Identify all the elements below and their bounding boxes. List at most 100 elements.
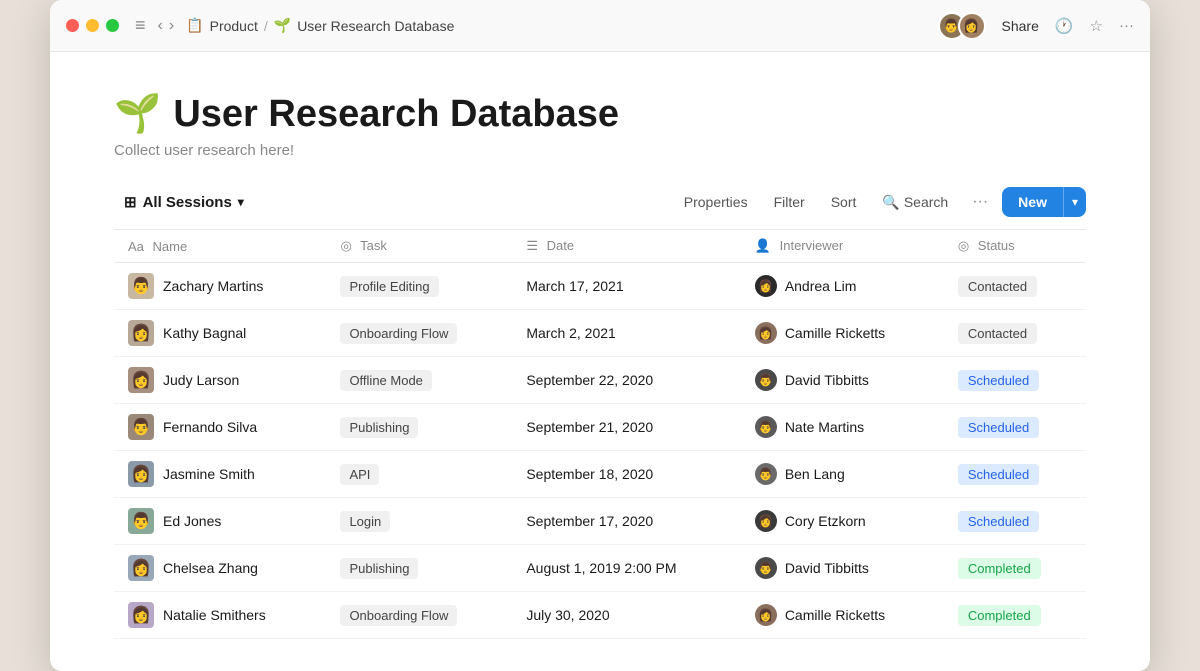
view-toggle-button[interactable]: ⊞ All Sessions ▾ <box>114 188 254 216</box>
database-toolbar: ⊞ All Sessions ▾ Properties Filter Sort … <box>114 187 1086 217</box>
view-chevron-icon: ▾ <box>238 195 244 209</box>
status-badge: Completed <box>958 558 1041 579</box>
page-emoji: 🌱 <box>114 92 161 136</box>
filter-button[interactable]: Filter <box>764 189 815 215</box>
person-avatar: 👨 <box>128 414 154 440</box>
more-icon[interactable]: ··· <box>1119 17 1134 34</box>
nav-arrows: ‹ › <box>158 17 175 35</box>
person-name: Jasmine Smith <box>163 466 255 482</box>
interviewer-avatar: 👩 <box>755 510 777 532</box>
interviewer-avatar: 👨 <box>755 557 777 579</box>
status-cell: Scheduled <box>944 357 1086 404</box>
interviewer-avatar: 👩 <box>755 275 777 297</box>
view-label: All Sessions <box>143 194 232 211</box>
table-row[interactable]: 👩 Kathy Bagnal Onboarding FlowMarch 2, 2… <box>114 310 1086 357</box>
interviewer-info: 👨 David Tibbitts <box>755 369 930 391</box>
table-row[interactable]: 👩 Judy Larson Offline ModeSeptember 22, … <box>114 357 1086 404</box>
interviewer-info: 👩 Camille Ricketts <box>755 322 930 344</box>
person-name: Ed Jones <box>163 513 221 529</box>
person-cell: 👩 Natalie Smithers <box>128 602 312 628</box>
status-col-icon: ◎ <box>958 238 969 253</box>
status-badge: Scheduled <box>958 511 1039 532</box>
task-tag: Login <box>340 511 390 532</box>
star-icon[interactable]: ☆ <box>1090 17 1103 35</box>
date-col-icon: ☰ <box>526 238 538 253</box>
new-dropdown-button[interactable]: ▾ <box>1063 187 1086 217</box>
date-cell: September 22, 2020 <box>512 357 740 404</box>
status-cell: Scheduled <box>944 498 1086 545</box>
interviewer-cell: 👩 Cory Etzkorn <box>741 498 944 545</box>
interviewer-avatar: 👨 <box>755 369 777 391</box>
name-cell: 👩 Judy Larson <box>114 357 326 404</box>
close-button[interactable] <box>66 19 79 32</box>
col-task: ◎ Task <box>326 230 512 263</box>
name-cell: 👩 Chelsea Zhang <box>114 545 326 592</box>
properties-button[interactable]: Properties <box>674 189 758 215</box>
interviewer-info: 👩 Andrea Lim <box>755 275 930 297</box>
person-name: Kathy Bagnal <box>163 325 246 341</box>
task-tag: Onboarding Flow <box>340 605 457 626</box>
interviewer-cell: 👨 David Tibbitts <box>741 357 944 404</box>
task-cell: Profile Editing <box>326 263 512 310</box>
interviewer-info: 👩 Cory Etzkorn <box>755 510 930 532</box>
breadcrumb-sep: / <box>264 18 268 34</box>
search-label: Search <box>904 194 948 210</box>
sort-button[interactable]: Sort <box>821 189 867 215</box>
task-cell: API <box>326 451 512 498</box>
back-button[interactable]: ‹ <box>158 17 163 35</box>
interviewer-cell: 👨 Nate Martins <box>741 404 944 451</box>
person-name: Fernando Silva <box>163 419 257 435</box>
interviewer-info: 👨 Nate Martins <box>755 416 930 438</box>
date-cell: March 17, 2021 <box>512 263 740 310</box>
table-row[interactable]: 👩 Chelsea Zhang PublishingAugust 1, 2019… <box>114 545 1086 592</box>
status-cell: Completed <box>944 545 1086 592</box>
task-cell: Offline Mode <box>326 357 512 404</box>
table-row[interactable]: 👩 Jasmine Smith APISeptember 18, 2020 👨 … <box>114 451 1086 498</box>
more-options-button[interactable]: ··· <box>964 188 996 216</box>
interviewer-avatar: 👨 <box>755 416 777 438</box>
minimize-button[interactable] <box>86 19 99 32</box>
person-avatar: 👩 <box>128 602 154 628</box>
table-row[interactable]: 👨 Zachary Martins Profile EditingMarch 1… <box>114 263 1086 310</box>
task-col-icon: ◎ <box>340 238 351 253</box>
breadcrumb-product-label[interactable]: Product <box>210 18 258 34</box>
name-cell: 👩 Kathy Bagnal <box>114 310 326 357</box>
person-avatar: 👨 <box>128 508 154 534</box>
new-button[interactable]: New <box>1002 187 1063 217</box>
maximize-button[interactable] <box>106 19 119 32</box>
task-tag: Publishing <box>340 558 418 579</box>
status-cell: Contacted <box>944 263 1086 310</box>
forward-button[interactable]: › <box>169 17 174 35</box>
toolbar-actions: Properties Filter Sort 🔍 Search ··· New … <box>674 187 1086 217</box>
table-row[interactable]: 👨 Fernando Silva PublishingSeptember 21,… <box>114 404 1086 451</box>
table-body: 👨 Zachary Martins Profile EditingMarch 1… <box>114 263 1086 639</box>
breadcrumb-page-label[interactable]: User Research Database <box>297 18 454 34</box>
status-badge: Scheduled <box>958 370 1039 391</box>
traffic-lights <box>66 19 119 32</box>
search-icon: 🔍 <box>882 194 899 211</box>
titlebar: ≡ ‹ › 📋 Product / 🌱 User Research Databa… <box>50 0 1150 52</box>
status-cell: Scheduled <box>944 404 1086 451</box>
interviewer-avatar: 👩 <box>755 322 777 344</box>
search-button[interactable]: 🔍 Search <box>872 189 958 216</box>
menu-icon[interactable]: ≡ <box>135 15 146 36</box>
interviewer-name: Ben Lang <box>785 466 845 482</box>
page-subtitle: Collect user research here! <box>114 142 1086 159</box>
history-icon[interactable]: 🕐 <box>1055 17 1074 35</box>
task-cell: Login <box>326 498 512 545</box>
interviewer-info: 👨 Ben Lang <box>755 463 930 485</box>
person-cell: 👨 Zachary Martins <box>128 273 312 299</box>
task-cell: Publishing <box>326 404 512 451</box>
interviewer-avatar: 👨 <box>755 463 777 485</box>
col-name: Aa Name <box>114 230 326 263</box>
new-button-group: New ▾ <box>1002 187 1086 217</box>
titlebar-right: 👨 👩 Share 🕐 ☆ ··· <box>938 12 1135 40</box>
table-row[interactable]: 👩 Natalie Smithers Onboarding FlowJuly 3… <box>114 592 1086 639</box>
page-title: 🌱 User Research Database <box>114 92 1086 136</box>
table-row[interactable]: 👨 Ed Jones LoginSeptember 17, 2020 👩 Cor… <box>114 498 1086 545</box>
breadcrumb-page-icon: 🌱 <box>274 17 291 34</box>
person-name: Zachary Martins <box>163 278 263 294</box>
share-button[interactable]: Share <box>1002 18 1039 34</box>
task-cell: Onboarding Flow <box>326 592 512 639</box>
person-cell: 👨 Ed Jones <box>128 508 312 534</box>
